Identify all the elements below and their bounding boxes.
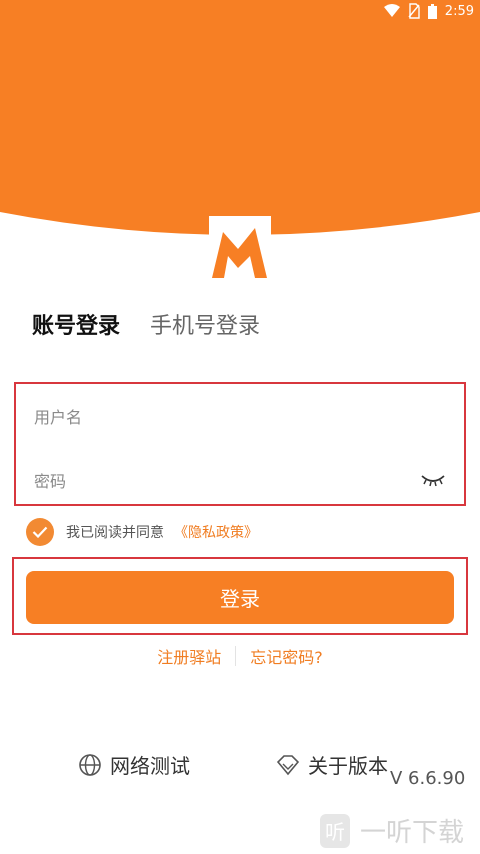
forgot-password-link[interactable]: 忘记密码? <box>250 644 323 668</box>
checkmark-icon <box>32 526 48 538</box>
username-input[interactable] <box>32 396 436 438</box>
watermark-text: 一听下载 <box>360 818 465 848</box>
version-text: V 6.6.90 <box>390 768 466 789</box>
agreement-row: 我已阅读并同意 《隐私政策》 <box>26 518 258 546</box>
no-sim-icon <box>408 3 420 19</box>
link-divider <box>235 646 237 666</box>
tab-phone-login[interactable]: 手机号登录 <box>150 308 260 340</box>
agreement-text: 我已阅读并同意 <box>66 525 164 541</box>
network-test-label: 网络测试 <box>110 754 190 778</box>
auxiliary-links: 注册驿站 忘记密码? <box>0 644 480 668</box>
eye-closed-icon[interactable] <box>420 470 446 490</box>
status-time: 2:59 <box>444 3 474 19</box>
login-form <box>14 382 466 506</box>
header-background <box>0 0 480 250</box>
watermark: 听 一听下载 <box>320 812 464 849</box>
battery-icon <box>427 3 437 19</box>
tab-account-login[interactable]: 账号登录 <box>32 308 120 340</box>
network-test-button[interactable]: 网络测试 <box>78 750 190 779</box>
globe-icon <box>78 753 102 777</box>
privacy-policy-link[interactable]: 《隐私政策》 <box>174 522 258 542</box>
about-version-label: 关于版本 <box>308 754 388 778</box>
login-tabs: 账号登录 手机号登录 <box>32 308 260 340</box>
wifi-icon <box>383 4 400 18</box>
app-logo <box>209 216 271 278</box>
password-input[interactable] <box>32 460 436 502</box>
login-button[interactable]: 登录 <box>26 571 454 624</box>
agree-checkbox[interactable] <box>26 518 54 546</box>
register-link[interactable]: 注册驿站 <box>157 644 221 668</box>
watermark-logo: 听 <box>320 813 350 848</box>
status-bar: 2:59 <box>0 0 480 24</box>
diamond-icon <box>276 753 300 777</box>
about-version-button[interactable]: 关于版本 <box>276 750 388 779</box>
